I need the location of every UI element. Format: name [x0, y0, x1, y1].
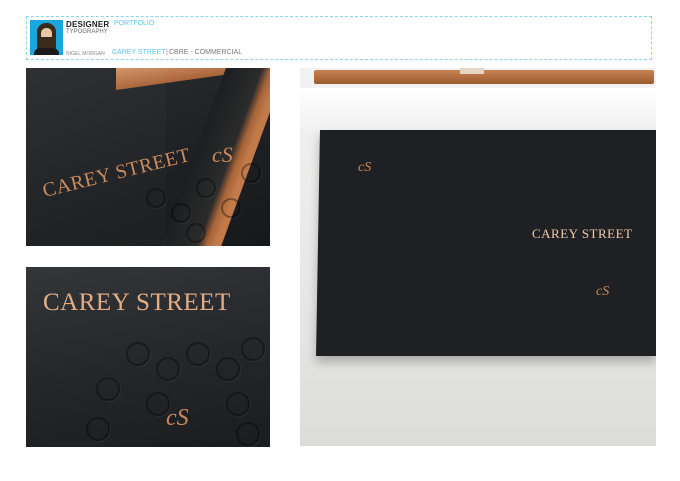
brand-wordmark: CAREY STREET — [532, 226, 633, 241]
title-separator: | — [166, 49, 168, 56]
discipline-label: TYPOGRAPHY — [66, 29, 108, 35]
section-label: PORTFOLIO — [114, 20, 155, 27]
photo-cover-full: cS CAREY STREET cS — [300, 68, 656, 446]
client-label: CBRE - COMMERCIAL — [169, 49, 243, 56]
cs-monogram: cS — [596, 284, 610, 299]
brand-wordmark: CAREY STREET — [43, 289, 231, 316]
cs-monogram: cS — [212, 142, 233, 167]
photo-cover-angle: CAREY STREET cS — [26, 68, 270, 246]
header-bar: DESIGNER TYPOGRAPHY PORTFOLIO NIGEL MORG… — [26, 16, 652, 60]
avatar — [30, 20, 63, 55]
cs-monogram: cS — [358, 160, 372, 175]
cs-monogram: cS — [166, 405, 189, 431]
role-label: DESIGNER — [66, 20, 110, 29]
designer-name: NIGEL MORGAN — [66, 51, 105, 57]
photo-cover-detail: CAREY STREET cS — [26, 267, 270, 447]
project-title: CAREY STREET — [112, 49, 166, 56]
